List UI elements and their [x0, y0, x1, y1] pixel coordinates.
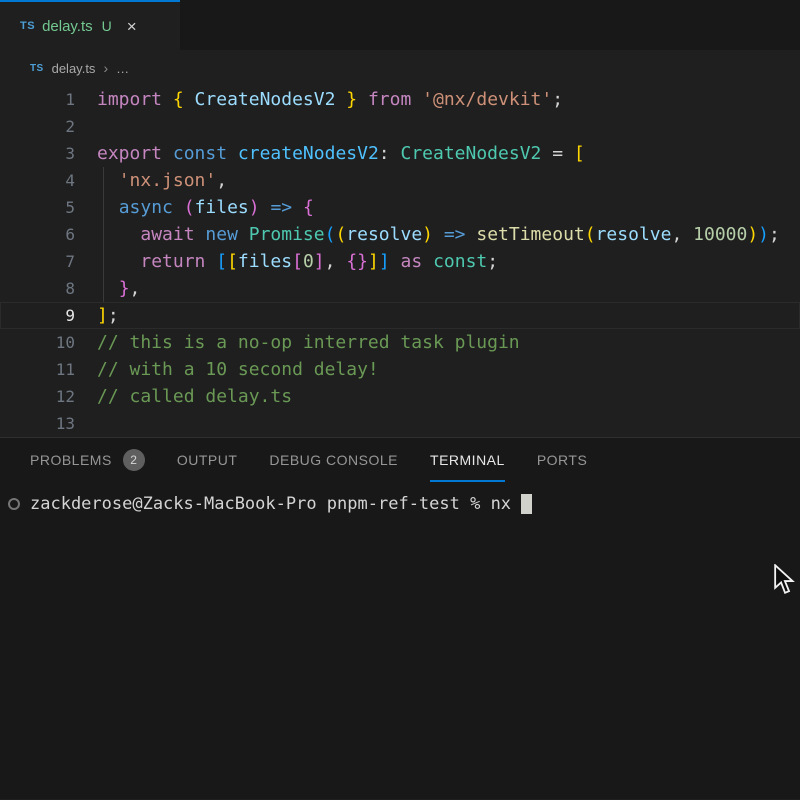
- line-number: 6: [0, 221, 75, 248]
- code-editor[interactable]: 1 import { CreateNodesV2 } from '@nx/devk…: [0, 86, 800, 437]
- breadcrumb-filename[interactable]: delay.ts: [52, 61, 96, 76]
- code-text: [97, 410, 800, 437]
- code-text: import { CreateNodesV2 } from '@nx/devki…: [97, 86, 800, 113]
- code-line: 3 export const createNodesV2: CreateNodes…: [0, 140, 800, 167]
- code-line: 10 // this is a no-op interred task plugi…: [0, 329, 800, 356]
- tab-filename: delay.ts: [42, 18, 93, 35]
- panel-tab-problems[interactable]: PROBLEMS 2: [30, 438, 145, 482]
- code-text: // called delay.ts: [97, 383, 800, 410]
- problems-count-badge: 2: [123, 449, 145, 471]
- panel-tab-terminal[interactable]: TERMINAL: [430, 438, 505, 482]
- indent-guide: [103, 221, 104, 248]
- code-text: ];: [97, 302, 800, 329]
- code-text: },: [97, 275, 800, 302]
- indent-guide: [103, 275, 104, 302]
- panel-tab-label: PROBLEMS: [30, 452, 112, 468]
- code-text: export const createNodesV2: CreateNodesV…: [97, 140, 800, 167]
- line-number: 12: [0, 383, 75, 410]
- code-text: 'nx.json',: [97, 167, 800, 194]
- line-number: 3: [0, 140, 75, 167]
- line-number: 11: [0, 356, 75, 383]
- line-number: 10: [0, 329, 75, 356]
- code-text: // with a 10 second delay!: [97, 356, 800, 383]
- code-line: 7 return [[files[0], {}]] as const;: [0, 248, 800, 275]
- line-number: 7: [0, 248, 75, 275]
- line-number: 8: [0, 275, 75, 302]
- line-number: 1: [0, 86, 75, 113]
- indent-guide: [103, 248, 104, 275]
- breadcrumb[interactable]: TS delay.ts › …: [0, 50, 800, 86]
- close-icon[interactable]: ×: [127, 18, 137, 35]
- terminal-cursor: [521, 494, 532, 514]
- bottom-panel: PROBLEMS 2 OUTPUT DEBUG CONSOLE TERMINAL PORT…: [0, 437, 800, 799]
- typescript-file-icon: TS: [20, 20, 35, 32]
- indent-guide: [103, 167, 104, 194]
- line-number: 13: [0, 410, 75, 437]
- code-line: 6 await new Promise((resolve) => setTime…: [0, 221, 800, 248]
- panel-tab-debug-console[interactable]: DEBUG CONSOLE: [269, 438, 398, 482]
- panel-tab-label: TERMINAL: [430, 452, 505, 468]
- panel-tab-output[interactable]: OUTPUT: [177, 438, 238, 482]
- code-line: 2: [0, 113, 800, 140]
- code-line: 11 // with a 10 second delay!: [0, 356, 800, 383]
- code-line: 4 'nx.json',: [0, 167, 800, 194]
- panel-tab-label: OUTPUT: [177, 452, 238, 468]
- terminal-prompt: zackderose@Zacks-MacBook-Pro pnpm-ref-te…: [30, 494, 511, 514]
- panel-tab-bar: PROBLEMS 2 OUTPUT DEBUG CONSOLE TERMINAL PORT…: [0, 438, 800, 482]
- terminal[interactable]: zackderose@Zacks-MacBook-Pro pnpm-ref-te…: [8, 492, 800, 516]
- terminal-command-decoration-icon: [8, 498, 20, 510]
- code-text: // this is a no-op interred task plugin: [97, 329, 800, 356]
- indent-guide: [103, 194, 104, 221]
- code-line: 12 // called delay.ts: [0, 383, 800, 410]
- panel-tab-label: DEBUG CONSOLE: [269, 452, 398, 468]
- line-number: 5: [0, 194, 75, 221]
- code-text: return [[files[0], {}]] as const;: [97, 248, 800, 275]
- code-text: [97, 113, 800, 140]
- code-line: 13: [0, 410, 800, 437]
- typescript-file-icon: TS: [30, 63, 44, 74]
- code-text: await new Promise((resolve) => setTimeou…: [97, 221, 800, 248]
- panel-tab-ports[interactable]: PORTS: [537, 438, 587, 482]
- editor-tab-bar: TS delay.ts U ×: [0, 0, 800, 50]
- panel-tab-label: PORTS: [537, 452, 587, 468]
- code-lines: 1 import { CreateNodesV2 } from '@nx/devk…: [0, 86, 800, 437]
- code-text: async (files) => {: [97, 194, 800, 221]
- code-line: 9];: [0, 302, 800, 329]
- line-number: 2: [0, 113, 75, 140]
- line-number: 9: [0, 302, 75, 329]
- tab-delay-ts[interactable]: TS delay.ts U ×: [0, 0, 180, 50]
- chevron-right-icon: ›: [103, 60, 108, 76]
- code-line: 1 import { CreateNodesV2 } from '@nx/devk…: [0, 86, 800, 113]
- line-number: 4: [0, 167, 75, 194]
- breadcrumb-symbol-ellipsis[interactable]: …: [116, 61, 129, 76]
- code-line: 5 async (files) => {: [0, 194, 800, 221]
- git-untracked-badge: U: [102, 18, 112, 34]
- code-line: 8 },: [0, 275, 800, 302]
